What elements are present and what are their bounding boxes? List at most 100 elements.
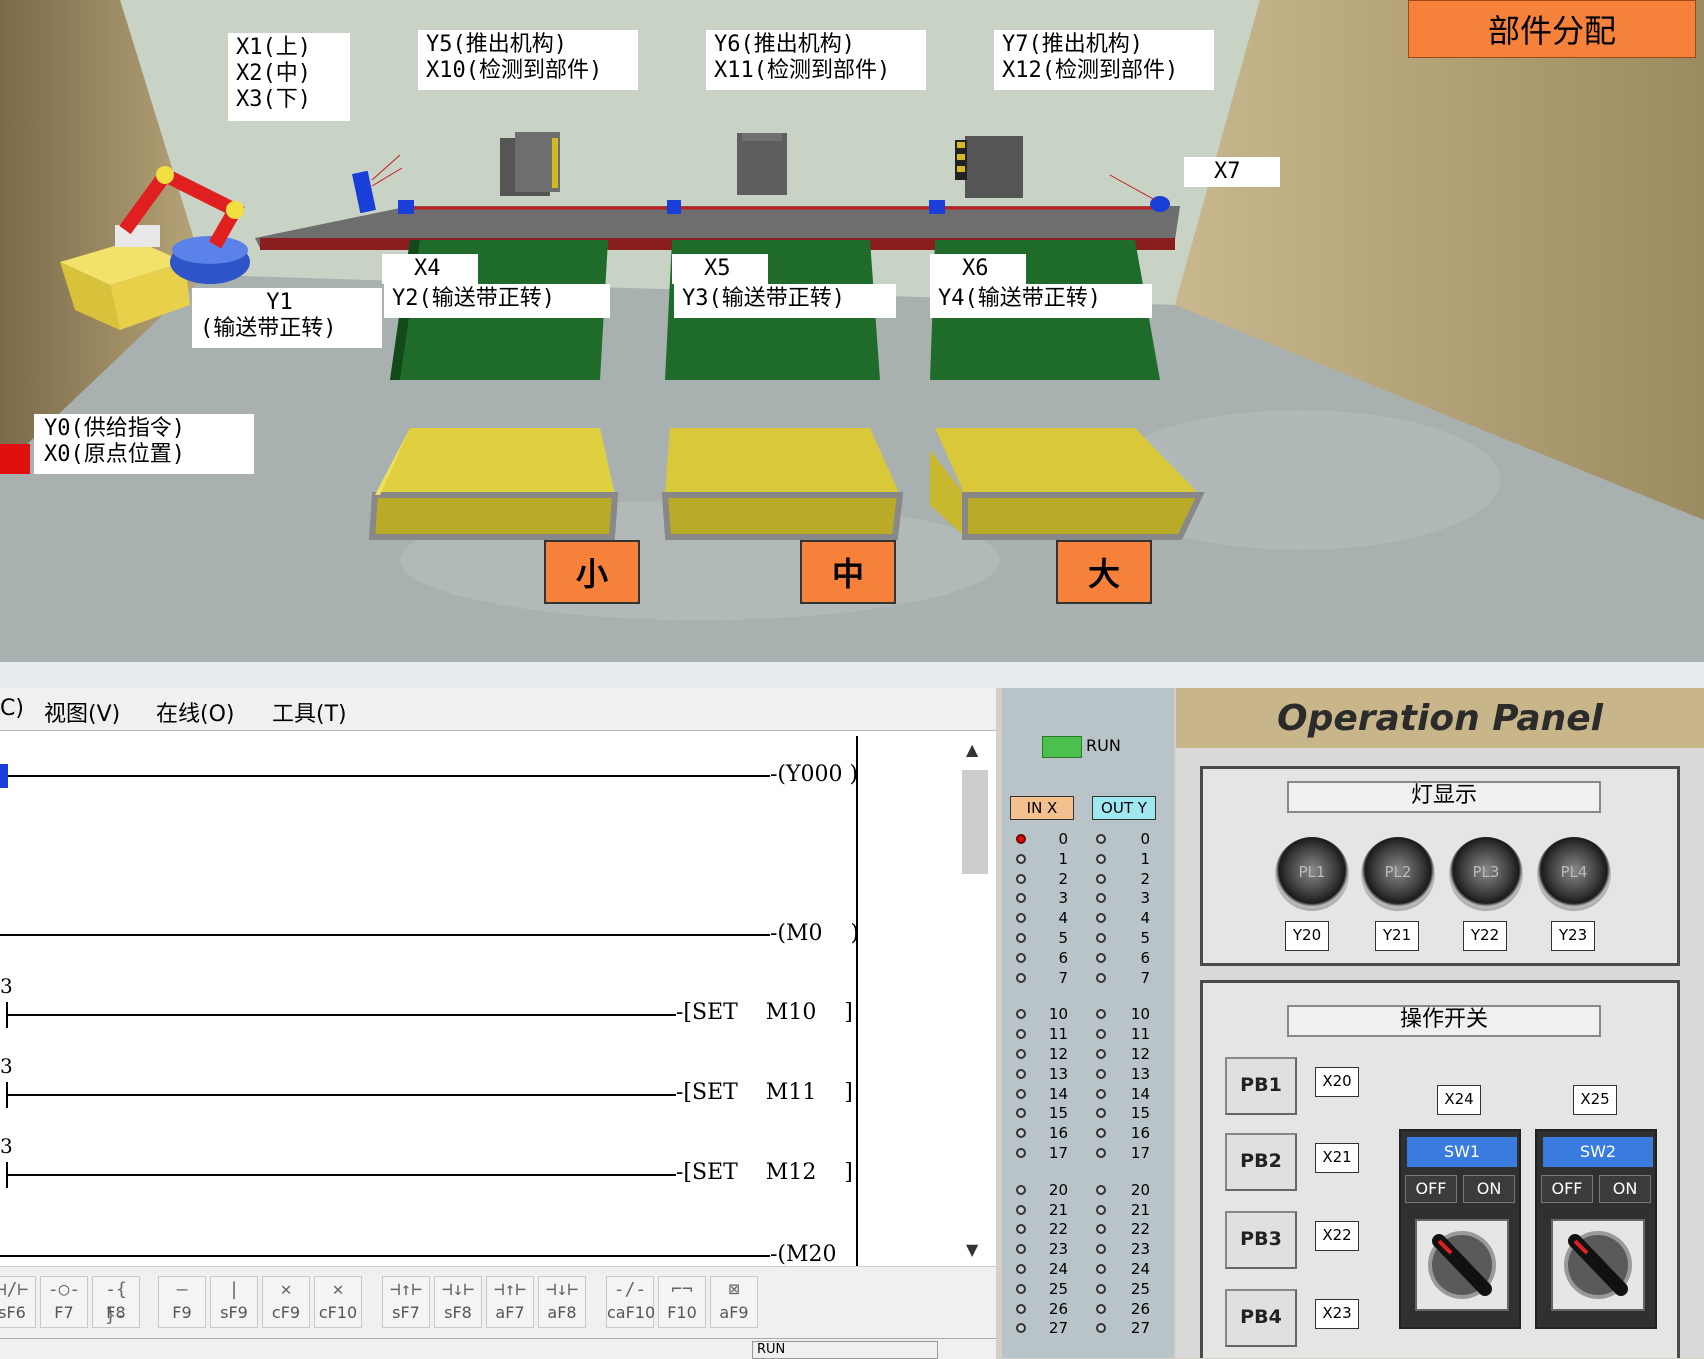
pilot-lamp-pl2: PL2 <box>1361 837 1435 911</box>
output-led <box>1096 1009 1106 1020</box>
menu-edit-partial[interactable]: C) <box>0 696 24 721</box>
switch-section-title: 操作开关 <box>1287 1005 1601 1037</box>
label-x1-x2-x3: X1(上) X2(中) X3(下) <box>228 33 350 121</box>
rung-3-instruction[interactable]: -[SET M11 ] <box>676 1080 853 1105</box>
output-number: 27 <box>1130 1319 1150 1338</box>
simulation-scene: 部件分配 X1(上) X2(中) X3(下) Y5(推出机构) X10(检测到部… <box>0 0 1704 662</box>
io-rows: 0 0 1 1 2 2 3 3 4 4 5 5 6 6 7 7 10 10 11 11 12 12 13 13 14 14 15 15… <box>1002 688 1174 1358</box>
sw1-on[interactable]: ON <box>1463 1175 1515 1203</box>
bin-medium <box>661 428 904 540</box>
input-led <box>1016 834 1026 844</box>
label-x7: X7 <box>1184 157 1280 187</box>
selector-switch-sw2[interactable]: SW2 OFF ON <box>1535 1129 1657 1329</box>
toolbar-button-f9[interactable]: — F9 <box>158 1276 206 1328</box>
sw2-input-x25: X25 <box>1573 1085 1617 1115</box>
input-led <box>1016 873 1026 884</box>
output-number: 26 <box>1130 1299 1150 1318</box>
operation-panel-title: Operation Panel <box>1176 688 1704 748</box>
toolbar-button-af9[interactable]: ⊠ aF9 <box>710 1276 758 1328</box>
label-y6-x11: Y6(推出机构) X11(检测到部件) <box>706 30 926 90</box>
ladder-margin <box>858 736 958 1266</box>
rung-1-wire <box>0 934 770 936</box>
rung-1-coil[interactable]: -(M0 ) <box>770 921 856 946</box>
lamp-output-y23: Y23 <box>1551 921 1595 951</box>
toolbar-button-f8[interactable]: -{ }- F8 <box>92 1276 140 1328</box>
lamp-section: 灯显示 PL1 PL2 PL3 PL4 Y20 Y21 Y22 Y23 <box>1200 766 1680 966</box>
lamp-section-title: 灯显示 <box>1287 781 1601 813</box>
assign-title-button[interactable]: 部件分配 <box>1408 0 1696 58</box>
rung-4-instruction[interactable]: -[SET M12 ] <box>676 1160 853 1185</box>
toolbar-button-af7[interactable]: ⊣↑⊢ aF7 <box>486 1276 534 1328</box>
sw2-on[interactable]: ON <box>1599 1175 1651 1203</box>
rung-0-coil[interactable]: -(Y000 ) <box>770 762 856 787</box>
output-number: 7 <box>1140 968 1150 987</box>
toolbar-button-sf8[interactable]: ⊣↓⊢ sF8 <box>434 1276 482 1328</box>
toolbar-button-cf10[interactable]: ✕ cF10 <box>314 1276 362 1328</box>
rung-3-label: 3 <box>0 1054 13 1078</box>
toolbar-button-sf6[interactable]: ⊣/⊢ sF6 <box>0 1276 36 1328</box>
sw1-knob-icon[interactable] <box>1415 1219 1509 1311</box>
output-led <box>1096 1244 1106 1255</box>
pilot-lamp-pl1: PL1 <box>1275 837 1349 911</box>
input-led <box>1016 1029 1026 1040</box>
push-button-pb1[interactable]: PB1 <box>1225 1057 1297 1115</box>
output-led <box>1096 1068 1106 1079</box>
scroll-up-icon[interactable]: ▲ <box>966 740 978 759</box>
rung-2-instruction[interactable]: -[SET M10 ] <box>676 1000 853 1025</box>
input-led <box>1016 1184 1026 1195</box>
output-led <box>1096 1088 1106 1099</box>
push-button-pb3[interactable]: PB3 <box>1225 1211 1297 1269</box>
ladder-diagram[interactable]: -(Y000 ) -(M0 ) 3 -[SET M10 ] 3 -[SET M1… <box>0 732 856 1266</box>
output-number: 21 <box>1130 1200 1150 1219</box>
output-led <box>1096 1303 1106 1314</box>
input-led <box>1016 893 1026 904</box>
output-number: 3 <box>1140 889 1150 908</box>
input-number: 22 <box>1048 1220 1068 1239</box>
label-y1: Y1 (输送带正转) <box>192 288 382 348</box>
sw2-off[interactable]: OFF <box>1541 1175 1593 1203</box>
input-number: 0 <box>1058 830 1068 848</box>
input-number: 23 <box>1048 1240 1068 1259</box>
push-button-pb4[interactable]: PB4 <box>1225 1289 1297 1347</box>
status-mode: RUN <box>752 1341 938 1359</box>
scroll-thumb[interactable] <box>962 770 988 874</box>
menu-online[interactable]: 在线(O) <box>156 696 234 728</box>
output-led <box>1096 913 1106 924</box>
toolbar-button-caf10[interactable]: -/- caF10 <box>606 1276 655 1328</box>
input-number: 16 <box>1048 1124 1068 1143</box>
menu-view[interactable]: 视图(V) <box>44 696 120 728</box>
lamp-output-y20: Y20 <box>1285 921 1329 951</box>
toolbar-button-f10[interactable]: ⌐¬ F10 <box>658 1276 706 1328</box>
sw2-knob-icon[interactable] <box>1551 1219 1645 1311</box>
rung-5-wire <box>0 1255 770 1257</box>
toolbar-button-sf9[interactable]: | sF9 <box>210 1276 258 1328</box>
input-number: 3 <box>1058 889 1068 908</box>
input-number: 20 <box>1048 1180 1068 1199</box>
toolbar-button-sf7[interactable]: ⊣↑⊢ sF7 <box>382 1276 430 1328</box>
rung-2-wire <box>6 1014 682 1016</box>
sw1-label: SW1 <box>1407 1137 1517 1167</box>
bin-label-small: 小 <box>544 540 640 604</box>
push-button-pb2[interactable]: PB2 <box>1225 1133 1297 1191</box>
input-number: 1 <box>1058 849 1068 868</box>
input-number: 24 <box>1048 1260 1068 1278</box>
status-bar: RUN <box>0 1338 996 1359</box>
sw1-off[interactable]: OFF <box>1405 1175 1457 1203</box>
input-number: 27 <box>1048 1319 1068 1338</box>
pusher-y6 <box>737 133 787 195</box>
input-number: 25 <box>1048 1279 1068 1298</box>
toolbar-button-cf9[interactable]: ✕ cF9 <box>262 1276 310 1328</box>
output-led <box>1096 1224 1106 1235</box>
toolbar-button-f7[interactable]: -○- F7 <box>40 1276 88 1328</box>
pilot-lamp-pl4: PL4 <box>1537 837 1611 911</box>
toolbar-button-af8[interactable]: ⊣↓⊢ aF8 <box>538 1276 586 1328</box>
input-led <box>1016 1244 1026 1255</box>
scroll-down-icon[interactable]: ▼ <box>966 1240 978 1259</box>
rung-5-coil[interactable]: -(M20 ) <box>770 1242 856 1266</box>
selector-switch-sw1[interactable]: SW1 OFF ON <box>1399 1129 1521 1329</box>
output-number: 12 <box>1130 1045 1150 1063</box>
vertical-scrollbar[interactable]: ▲ ▼ <box>960 736 990 1266</box>
output-number: 0 <box>1140 830 1150 848</box>
rung-2-label: 3 <box>0 974 13 998</box>
menu-tools[interactable]: 工具(T) <box>272 696 347 728</box>
